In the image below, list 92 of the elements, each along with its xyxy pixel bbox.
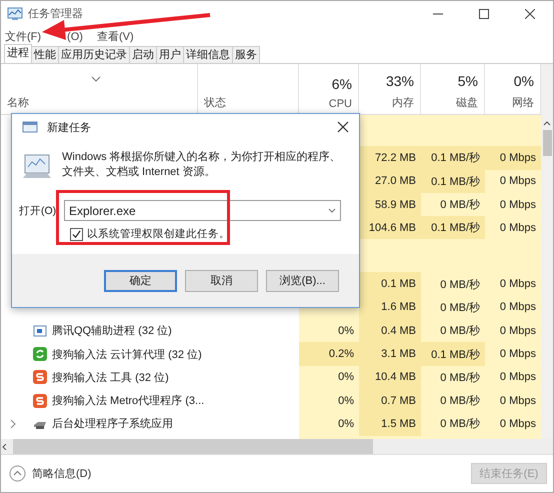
table-cell: 0% bbox=[338, 394, 354, 407]
details-toggle[interactable]: 简略信息(D) bbox=[9, 465, 92, 482]
table-cell-text: 0 MB/秒 bbox=[440, 324, 480, 338]
process-name: 后台处理程序子系统应用 bbox=[52, 416, 173, 432]
table-cell-text: 0 MB/秒 bbox=[440, 417, 480, 432]
vertical-scrollbar[interactable] bbox=[541, 64, 553, 439]
table-cell: 3.1 MB bbox=[381, 348, 416, 360]
menu-item[interactable]: (O) bbox=[67, 31, 83, 44]
table-cell: 72.2 MB bbox=[375, 152, 416, 164]
process-name: 搜狗输入法 Metro代理程序 (3... bbox=[52, 394, 204, 408]
tab[interactable]: 用户 bbox=[156, 46, 184, 63]
scroll-thumb[interactable] bbox=[13, 439, 373, 454]
column-header[interactable]: 状态 bbox=[204, 95, 226, 110]
s-logo-icon bbox=[33, 394, 47, 408]
dialog-button[interactable]: 浏览(B)... bbox=[266, 270, 339, 292]
table-cell: 58.9 MB bbox=[375, 198, 416, 211]
table-cell-text: 0 MB/秒 bbox=[440, 278, 480, 292]
table-cell: 0.2% bbox=[328, 348, 354, 360]
column-header[interactable]: 磁盘 bbox=[456, 95, 478, 110]
dialog-button[interactable]: 确定 bbox=[104, 270, 177, 292]
dropdown-icon bbox=[328, 208, 336, 213]
process-name: 腾讯QQ辅助进程 (32 位) bbox=[52, 324, 172, 338]
table-cell-text: 0.1 MB/秒 bbox=[431, 348, 480, 362]
table-cell: 0 Mbps bbox=[500, 324, 536, 337]
chart-window-icon bbox=[7, 6, 23, 20]
column-total: 0% bbox=[514, 73, 534, 89]
chevron-icon[interactable] bbox=[91, 76, 101, 82]
table-cell: 1.5 MB bbox=[381, 418, 416, 430]
tab[interactable]: 服务 bbox=[232, 46, 260, 63]
column-total: 33% bbox=[386, 73, 414, 89]
column-total: 6% bbox=[332, 76, 352, 92]
table-cell: 0% bbox=[338, 371, 354, 384]
table-cell: 0 Mbps bbox=[500, 175, 536, 188]
table-cell: 104.6 MB bbox=[368, 222, 416, 234]
table-cell-text: 0 MB/秒 bbox=[440, 300, 480, 315]
process-name: 搜狗输入法 工具 (32 位) bbox=[52, 370, 169, 385]
table-cell: 0 Mbps bbox=[500, 152, 536, 164]
tab[interactable]: 性能 bbox=[31, 46, 59, 63]
dialog-message: Windows 将根据你所键入的名称，为你打开相应的程序、文件夹、文档或 Internet 资源。 bbox=[62, 150, 342, 180]
table-cell: 0.1 MB bbox=[381, 278, 416, 290]
table-cell-text: 0 MB/秒 bbox=[440, 198, 480, 212]
table-cell: 10.4 MB bbox=[375, 371, 416, 384]
table-cell: 0 Mbps bbox=[500, 348, 536, 360]
menu-item[interactable]: 文件(F) bbox=[5, 31, 42, 44]
window-icon bbox=[33, 324, 47, 338]
checkbox[interactable] bbox=[70, 228, 83, 240]
column-total: 5% bbox=[458, 73, 478, 89]
expand-chevron-icon[interactable] bbox=[9, 420, 17, 428]
column-header[interactable]: CPU bbox=[328, 98, 352, 110]
command-field[interactable]: Explorer.exe bbox=[64, 200, 341, 221]
table-cell: 0% bbox=[338, 324, 354, 337]
dialog-button[interactable]: 取消 bbox=[185, 270, 258, 292]
table-cell: 0 Mbps bbox=[500, 198, 536, 211]
close-icon bbox=[525, 8, 535, 18]
table-cell-text: 0 MB/秒 bbox=[440, 370, 480, 385]
checkbox-label: 以系统管理权限创建此任务。 bbox=[87, 227, 230, 241]
s-logo-icon bbox=[33, 370, 47, 384]
table-cell: 27.0 MB bbox=[375, 175, 416, 188]
maximize-icon bbox=[479, 8, 489, 18]
window-title: 任务管理器 bbox=[28, 7, 84, 21]
dialog-title: 新建任务 bbox=[47, 120, 92, 134]
table-cell: 0 Mbps bbox=[500, 371, 536, 384]
table-cell: 0 Mbps bbox=[500, 301, 536, 314]
table-cell: 0.7 MB bbox=[381, 394, 416, 407]
table-cell: 0 Mbps bbox=[500, 394, 536, 407]
tab[interactable]: 进程 bbox=[4, 44, 32, 63]
chevron-up-icon bbox=[9, 465, 26, 482]
tab[interactable]: 启动 bbox=[129, 46, 157, 63]
table-cell: 1.6 MB bbox=[381, 301, 416, 314]
table-cell-text: 0 MB/秒 bbox=[440, 394, 480, 408]
table-cell: 0 Mbps bbox=[500, 418, 536, 430]
sync-icon bbox=[33, 347, 47, 362]
column-header[interactable]: 网络 bbox=[512, 95, 534, 110]
menu-item[interactable]: 查看(V) bbox=[96, 31, 134, 44]
table-cell: 0% bbox=[338, 418, 354, 430]
checkmark-icon bbox=[72, 230, 81, 238]
column-header[interactable]: 内存 bbox=[392, 95, 414, 110]
table-cell-text: 0.1 MB/秒 bbox=[431, 221, 480, 236]
column-header[interactable]: 名称 bbox=[7, 95, 29, 110]
table-cell-text: 0.1 MB/秒 bbox=[431, 151, 480, 166]
table-cell: 0 Mbps bbox=[500, 222, 536, 234]
window-icon bbox=[22, 120, 38, 134]
scroll-thumb[interactable] bbox=[542, 130, 552, 156]
close-icon[interactable] bbox=[337, 121, 349, 133]
table-cell: 0 Mbps bbox=[500, 278, 536, 290]
table-cell: 0.4 MB bbox=[381, 324, 416, 337]
tab[interactable]: 应用历史记录 bbox=[58, 46, 130, 63]
process-name: 搜狗输入法 云计算代理 (32 位) bbox=[52, 348, 202, 362]
field-label: 打开(O) bbox=[19, 204, 56, 216]
horizontal-scrollbar[interactable] bbox=[1, 439, 553, 454]
tab[interactable]: 详细信息 bbox=[183, 46, 233, 63]
table-cell-text: 0.1 MB/秒 bbox=[431, 174, 480, 189]
